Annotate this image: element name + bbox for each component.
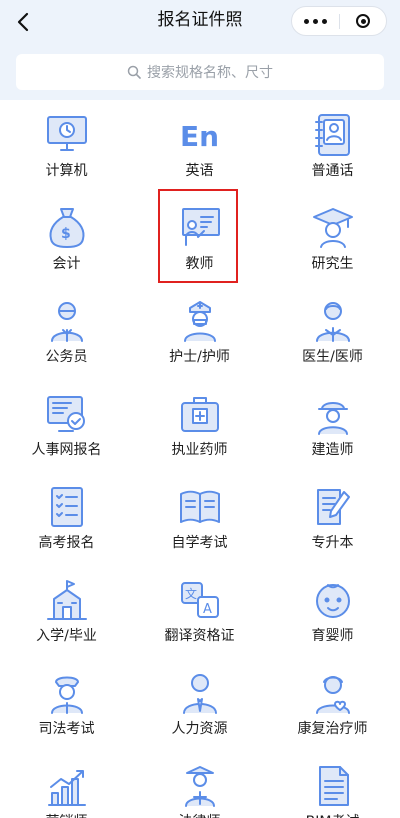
category-label: 翻译资格证: [164, 628, 235, 644]
notebook-person-icon: [310, 112, 356, 158]
category-label: 高考报名: [38, 535, 95, 551]
category-label: 研究生: [311, 256, 354, 272]
category-label: 会计: [52, 256, 81, 272]
category-en-letters[interactable]: En 英语: [133, 102, 266, 195]
category-teacher-board[interactable]: 教师: [133, 195, 266, 288]
svg-text:文: 文: [185, 586, 197, 601]
search-input[interactable]: 搜索规格名称、尺寸: [16, 54, 384, 90]
category-label: 计算机: [45, 163, 88, 179]
document-pen-icon: [310, 484, 356, 530]
close-button[interactable]: [340, 7, 386, 35]
svg-text:$: $: [61, 226, 71, 242]
search-area: 搜索规格名称、尺寸: [0, 44, 400, 100]
checklist-icon: [44, 484, 90, 530]
business-person-icon: [177, 670, 223, 716]
category-bar-chart[interactable]: 营销师: [0, 753, 133, 818]
category-label: 入学/毕业: [36, 628, 97, 644]
svg-text:En: En: [180, 120, 219, 153]
category-checklist[interactable]: 高考报名: [0, 474, 133, 567]
category-label: 康复治疗师: [297, 721, 368, 737]
chevron-left-icon: [17, 12, 29, 32]
graduate-icon: [310, 205, 356, 251]
money-bag-icon: $: [44, 205, 90, 251]
category-graduate[interactable]: 研究生: [266, 195, 399, 288]
category-translate[interactable]: 文 A 翻译资格证: [133, 567, 266, 660]
category-document-pen[interactable]: 专升本: [266, 474, 399, 567]
svg-text:A: A: [203, 602, 212, 617]
police-officer-icon: [44, 670, 90, 716]
en-letters-icon: En: [177, 112, 223, 158]
school-building-icon: [44, 577, 90, 623]
category-grid: 计算机 En 英语 普通话 $ 会计 教师 研究生公务员 护士/护师 医生/医师人事网报名 执业药师…: [0, 100, 400, 818]
category-document-lines[interactable]: BIM考试: [266, 753, 399, 818]
lawyer-scales-icon: [177, 763, 223, 809]
official-icon: [44, 298, 90, 344]
category-monitor-check[interactable]: 人事网报名: [0, 381, 133, 474]
category-label: 人力资源: [171, 721, 228, 737]
category-label: 公务员: [45, 349, 88, 365]
construction-worker-icon: [310, 391, 356, 437]
category-label: 医生/医师: [302, 349, 363, 365]
category-computer[interactable]: 计算机: [0, 102, 133, 195]
category-medical-kit[interactable]: 执业药师: [133, 381, 266, 474]
baby-face-icon: [310, 577, 356, 623]
open-book-icon: [177, 484, 223, 530]
category-label: 人事网报名: [31, 442, 102, 458]
category-label: 英语: [185, 163, 214, 179]
category-money-bag[interactable]: $ 会计: [0, 195, 133, 288]
category-label: 法律师: [133, 811, 266, 818]
category-business-person[interactable]: 人力资源: [133, 660, 266, 753]
category-label: BIM考试: [266, 811, 399, 818]
miniprogram-capsule: [291, 6, 387, 36]
category-nurse[interactable]: 护士/护师: [133, 288, 266, 381]
computer-icon: [44, 112, 90, 158]
category-doctor[interactable]: 医生/医师: [266, 288, 399, 381]
category-label: 教师: [185, 256, 214, 272]
doctor-icon: [310, 298, 356, 344]
category-label: 执业药师: [171, 442, 228, 458]
more-button[interactable]: [292, 7, 339, 35]
category-lawyer-scales[interactable]: 法律师: [133, 753, 266, 818]
therapist-icon: [310, 670, 356, 716]
translate-icon: 文A: [177, 577, 223, 623]
category-school-building[interactable]: 入学/毕业: [0, 567, 133, 660]
navigation-bar: 报名证件照: [0, 0, 400, 44]
search-icon: [127, 65, 141, 79]
search-placeholder: 搜索规格名称、尺寸: [147, 65, 273, 81]
category-notebook-person[interactable]: 普通话: [266, 102, 399, 195]
monitor-check-icon: [44, 391, 90, 437]
category-label: 专升本: [311, 535, 354, 551]
category-label: 普通话: [311, 163, 354, 179]
category-label: 育婴师: [311, 628, 354, 644]
category-open-book[interactable]: 自学考试: [133, 474, 266, 567]
teacher-board-icon: [177, 205, 223, 251]
category-label: 建造师: [311, 442, 354, 458]
target-close-icon: [356, 14, 370, 28]
category-therapist[interactable]: 康复治疗师: [266, 660, 399, 753]
category-baby-face[interactable]: 育婴师: [266, 567, 399, 660]
category-official[interactable]: 公务员: [0, 288, 133, 381]
medical-kit-icon: [177, 391, 223, 437]
category-label: 司法考试: [38, 721, 95, 737]
category-label: 营销师: [0, 811, 133, 818]
back-button[interactable]: [6, 6, 40, 38]
category-label: 自学考试: [171, 535, 228, 551]
document-lines-icon: [310, 763, 356, 809]
nurse-icon: [177, 298, 223, 344]
category-label: 护士/护师: [169, 349, 230, 365]
bar-chart-icon: [44, 763, 90, 809]
page-title: 报名证件照: [157, 10, 243, 30]
category-construction-worker[interactable]: 建造师: [266, 381, 399, 474]
category-police-officer[interactable]: 司法考试: [0, 660, 133, 753]
